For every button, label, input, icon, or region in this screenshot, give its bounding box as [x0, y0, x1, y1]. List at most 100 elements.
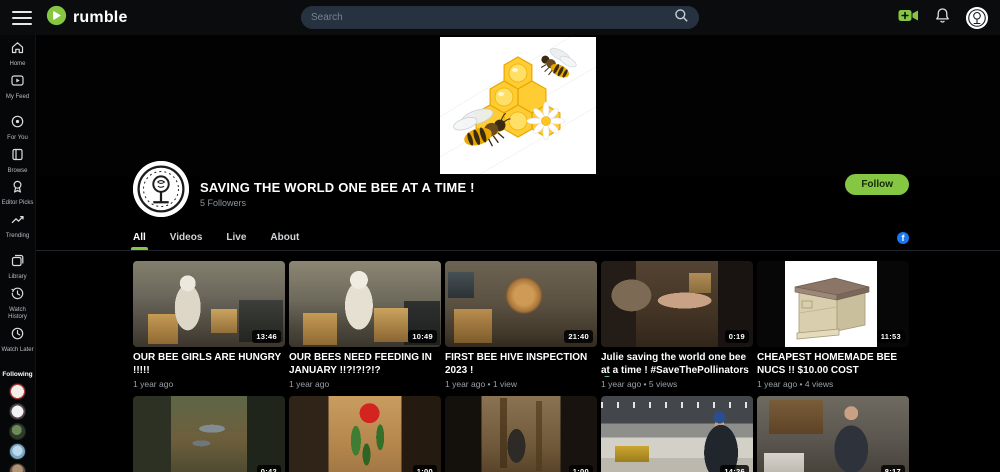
video-card[interactable]: 13:46 OUR BEE GIRLS ARE HUNGRY !!!!! 1 y… — [133, 261, 285, 390]
video-duration-badge: 1:00 — [568, 465, 593, 472]
watch-history-icon — [10, 286, 25, 306]
main-content: SAVING THE WORLD ONE BEE AT A TIME ! 5 F… — [36, 35, 1000, 472]
video-title[interactable]: CHEAPEST HOMEMADE BEE NUCS !! $10.00 COS… — [757, 352, 909, 377]
sidebar-item-label: Editor Picks — [1, 200, 34, 206]
rumble-channel-page: rumble Home — [0, 0, 1000, 472]
video-thumbnail[interactable]: 8:17 — [757, 396, 909, 472]
upload-camera-icon[interactable] — [898, 8, 919, 28]
trending-icon — [10, 212, 25, 232]
user-avatar[interactable] — [966, 6, 988, 29]
video-title[interactable]: OUR BEES NEED FEEDING IN JANUARY !!?!?!?… — [289, 352, 441, 377]
channel-banner-image — [439, 36, 597, 175]
browse-icon — [10, 147, 25, 167]
editor-picks-icon — [10, 179, 25, 199]
video-duration-badge: 14:26 — [720, 465, 749, 472]
video-grid: 13:46 OUR BEE GIRLS ARE HUNGRY !!!!! 1 y… — [133, 261, 909, 472]
tab-about[interactable]: About — [270, 232, 299, 250]
video-duration-badge: 11:53 — [876, 330, 905, 343]
sidebar-item-label: Watch Later — [1, 346, 34, 353]
sidebar-item-watch-later[interactable]: Watch Later — [0, 326, 35, 355]
video-thumbnail[interactable]: 1:00 — [289, 396, 441, 472]
top-navbar: rumble — [0, 0, 1000, 35]
notifications-bell-icon[interactable] — [935, 7, 950, 29]
video-title[interactable]: OUR BEE GIRLS ARE HUNGRY !!!!! — [133, 352, 285, 377]
video-title[interactable]: Julie saving the world one bee at a time… — [601, 352, 753, 377]
following-channel-avatar[interactable] — [9, 383, 26, 400]
channel-banner — [36, 35, 1000, 176]
sidebar-item-label: Trending — [5, 232, 30, 239]
sidebar-item-label: Library — [8, 274, 27, 280]
channel-followers-count: 5 Followers — [200, 198, 247, 208]
video-duration-badge: 0:19 — [724, 330, 749, 343]
sidebar-item-label: Home — [9, 61, 26, 67]
video-thumbnail[interactable]: 1:00 — [445, 396, 597, 472]
video-card[interactable]: 1:00 Target shooting keeping the guns ke… — [445, 396, 597, 472]
sidebar-item-label: My Feed — [5, 93, 30, 100]
video-thumbnail[interactable]: 0:42 — [133, 396, 285, 472]
video-thumbnail[interactable]: 10:49 — [289, 261, 441, 347]
video-title[interactable]: FIRST BEE HIVE INSPECTION 2023 ! — [445, 352, 597, 377]
sidebar-item-browse[interactable]: Browse — [0, 147, 35, 176]
sidebar-item-label: For You — [7, 135, 28, 141]
following-section-label: Following — [2, 371, 33, 378]
sidebar-item-my-feed[interactable]: My Feed — [0, 73, 35, 102]
video-thumbnail[interactable]: 11:53 — [757, 261, 909, 347]
tab-videos[interactable]: Videos — [170, 232, 203, 250]
following-channel-avatar[interactable] — [9, 403, 26, 420]
my-feed-icon — [10, 73, 25, 93]
following-channel-avatar[interactable] — [9, 443, 26, 460]
video-duration-badge: 13:46 — [252, 330, 281, 343]
left-sidebar: Home My Feed For You Browse Editor Picks… — [0, 35, 36, 472]
channel-header: SAVING THE WORLD ONE BEE AT A TIME ! 5 F… — [133, 161, 909, 220]
search-bar — [301, 6, 699, 29]
video-thumbnail[interactable]: 13:46 — [133, 261, 285, 347]
video-meta: 1 year ago • 1 view — [445, 379, 517, 389]
tab-all[interactable]: All — [131, 232, 148, 250]
video-card[interactable]: 8:17 HIVE LIFE BEST BUYS 2023 !!! #hivel… — [757, 396, 909, 472]
video-meta: 1 year ago • 4 views — [757, 379, 834, 389]
home-icon — [10, 40, 25, 60]
sidebar-item-library[interactable]: Library — [0, 253, 35, 282]
video-duration-badge: 8:17 — [880, 465, 905, 472]
video-meta: 1 year ago • 5 views — [601, 379, 678, 389]
video-thumbnail[interactable]: 14:26 — [601, 396, 753, 472]
for-you-icon — [10, 114, 25, 134]
rumble-logo-text: rumble — [73, 8, 128, 26]
video-card[interactable]: 0:19 Julie saving the world one bee at a… — [601, 261, 753, 390]
channel-avatar[interactable] — [133, 161, 189, 217]
video-card[interactable]: 10:49 OUR BEES NEED FEEDING IN JANUARY !… — [289, 261, 441, 390]
sidebar-item-label: Watch History — [8, 306, 27, 321]
video-meta: 1 year ago — [289, 379, 330, 389]
search-input[interactable] — [311, 12, 674, 23]
video-thumbnail[interactable]: 21:40 — [445, 261, 597, 347]
video-card[interactable]: 0:42 #TennesseePyramidFishing ! — [133, 396, 285, 472]
hamburger-menu-icon[interactable] — [12, 10, 32, 26]
sidebar-item-editor-picks[interactable]: Editor Picks — [0, 179, 35, 208]
video-card[interactable]: 11:53 CHEAPEST HOMEMADE BEE NUCS !! $10.… — [757, 261, 909, 390]
following-channel-avatar[interactable] — [9, 423, 26, 440]
sidebar-item-home[interactable]: Home — [0, 40, 35, 69]
tab-live[interactable]: Live — [226, 232, 246, 250]
watch-later-icon — [10, 326, 25, 346]
sidebar-item-watch-history[interactable]: Watch History — [0, 286, 35, 322]
channel-tabs-strip: All Videos Live About f — [36, 226, 1000, 251]
video-card[interactable]: 21:40 FIRST BEE HIVE INSPECTION 2023 ! 1… — [445, 261, 597, 390]
library-icon — [10, 253, 25, 273]
video-card[interactable]: 1:00 Pollen pollen pollen !!!!! — [289, 396, 441, 472]
facebook-icon[interactable]: f — [897, 232, 909, 244]
following-channel-avatar[interactable] — [9, 463, 26, 472]
video-card[interactable]: 14:26 #hivelife 2023 TAG/COMMENT FOR — [601, 396, 753, 472]
follow-button[interactable]: Follow — [845, 174, 909, 195]
rumble-logo[interactable]: rumble — [46, 5, 128, 31]
search-icon[interactable] — [674, 8, 689, 28]
video-duration-badge: 1:00 — [412, 465, 437, 472]
video-thumbnail[interactable]: 0:19 — [601, 261, 753, 347]
video-duration-badge: 10:49 — [408, 330, 437, 343]
sidebar-item-trending[interactable]: Trending — [0, 212, 35, 241]
rumble-play-icon — [46, 5, 67, 31]
nuc-box-image — [785, 261, 877, 347]
video-duration-badge: 0:42 — [256, 465, 281, 472]
sidebar-item-label: Browse — [7, 167, 28, 174]
sidebar-item-for-you[interactable]: For You — [0, 114, 35, 143]
channel-name: SAVING THE WORLD ONE BEE AT A TIME ! — [200, 180, 475, 195]
